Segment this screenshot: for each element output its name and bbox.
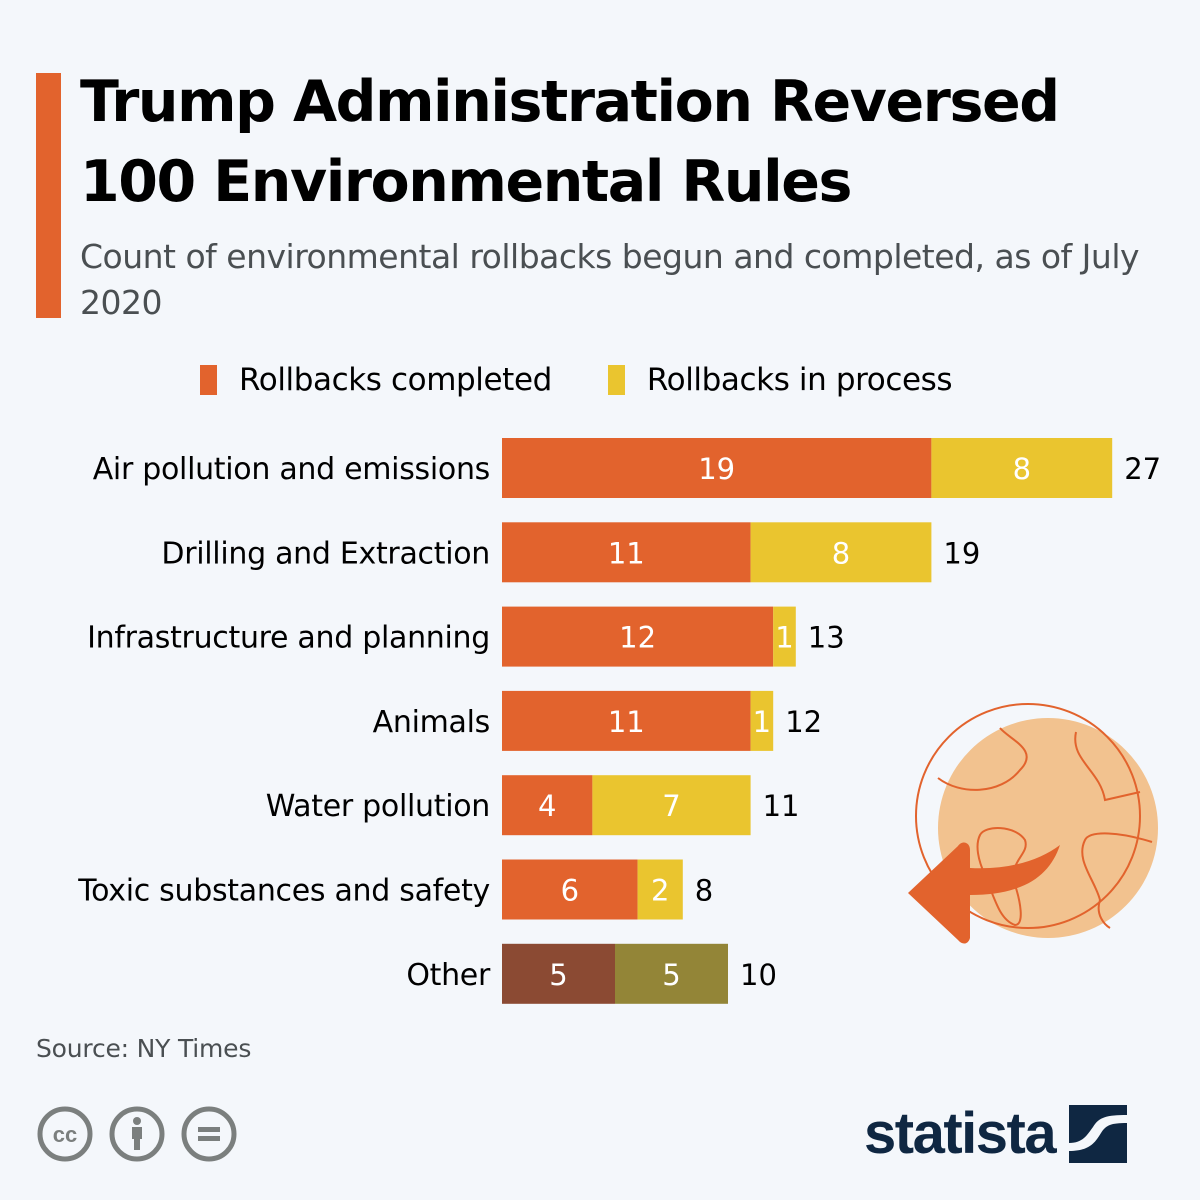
bar-row: Air pollution and emissions 19 8 27 <box>93 438 1161 498</box>
total-value-label: 12 <box>785 705 822 739</box>
bar-row: Other 5 5 10 <box>406 943 777 1004</box>
category-label: Other <box>406 958 491 993</box>
segment-value-label: 8 <box>832 536 850 570</box>
license-icons: cc <box>36 1105 252 1163</box>
segment-value-label: 6 <box>561 874 579 908</box>
category-label: Drilling and Extraction <box>161 536 490 571</box>
stacked-bar-chart: Air pollution and emissions 19 8 27Drilling… <box>77 438 1161 1004</box>
chart-subtitle: Count of environmental rollbacks begun a… <box>80 237 1140 322</box>
segment-value-label: 1 <box>775 621 793 655</box>
legend: Rollbacks completed Rollbacks in process <box>200 362 1008 398</box>
total-value-label: 11 <box>763 789 800 823</box>
statista-wordmark: statista <box>864 1101 1057 1166</box>
legend-item-in-process: Rollbacks in process <box>607 362 953 398</box>
legend-label-in-process: Rollbacks in process <box>646 362 953 398</box>
segment-value-label: 12 <box>619 621 656 655</box>
bar-row: Toxic substances and safety 6 2 8 <box>77 859 713 920</box>
segment-value-label: 5 <box>662 958 680 992</box>
no-derivatives-icon[interactable] <box>180 1105 238 1163</box>
category-label: Animals <box>373 705 490 740</box>
source-note: Source: NY Times <box>36 1034 252 1063</box>
segment-value-label: 5 <box>549 958 567 992</box>
total-value-label: 10 <box>740 958 777 992</box>
bar-row: Water pollution 4 7 11 <box>266 775 800 836</box>
total-value-label: 8 <box>695 874 713 908</box>
cc-icon[interactable]: cc <box>36 1105 94 1163</box>
title-accent-bar <box>36 73 61 318</box>
legend-swatch-completed <box>200 365 217 395</box>
segment-value-label: 8 <box>1013 452 1031 486</box>
bar-row: Drilling and Extraction 11 8 19 <box>161 522 980 583</box>
legend-item-completed: Rollbacks completed <box>200 362 552 398</box>
svg-text:cc: cc <box>53 1122 77 1147</box>
segment-value-label: 11 <box>608 536 645 570</box>
bar-row: Infrastructure and planning 12 1 13 <box>87 606 845 667</box>
category-label: Air pollution and emissions <box>93 452 490 487</box>
total-value-label: 13 <box>808 621 845 655</box>
segment-value-label: 19 <box>698 452 735 486</box>
segment-value-label: 1 <box>753 705 771 739</box>
chart-title: Trump Administration Reversed 100 Enviro… <box>80 69 1060 215</box>
total-value-label: 27 <box>1124 452 1161 486</box>
attribution-icon[interactable] <box>108 1105 166 1163</box>
segment-value-label: 11 <box>608 705 645 739</box>
segment-value-label: 2 <box>651 874 669 908</box>
category-label: Infrastructure and planning <box>87 621 490 656</box>
statista-logo[interactable]: statista <box>864 1100 1128 1167</box>
bar-row: Animals 11 1 12 <box>373 690 822 751</box>
segment-value-label: 7 <box>662 789 680 823</box>
segment-value-label: 4 <box>538 789 556 823</box>
legend-label-completed: Rollbacks completed <box>239 362 552 398</box>
legend-swatch-in-process <box>607 365 625 395</box>
category-label: Water pollution <box>266 789 490 824</box>
statista-logo-mark-icon <box>1069 1104 1128 1163</box>
category-label: Toxic substances and safety <box>77 874 490 909</box>
total-value-label: 19 <box>943 536 980 570</box>
